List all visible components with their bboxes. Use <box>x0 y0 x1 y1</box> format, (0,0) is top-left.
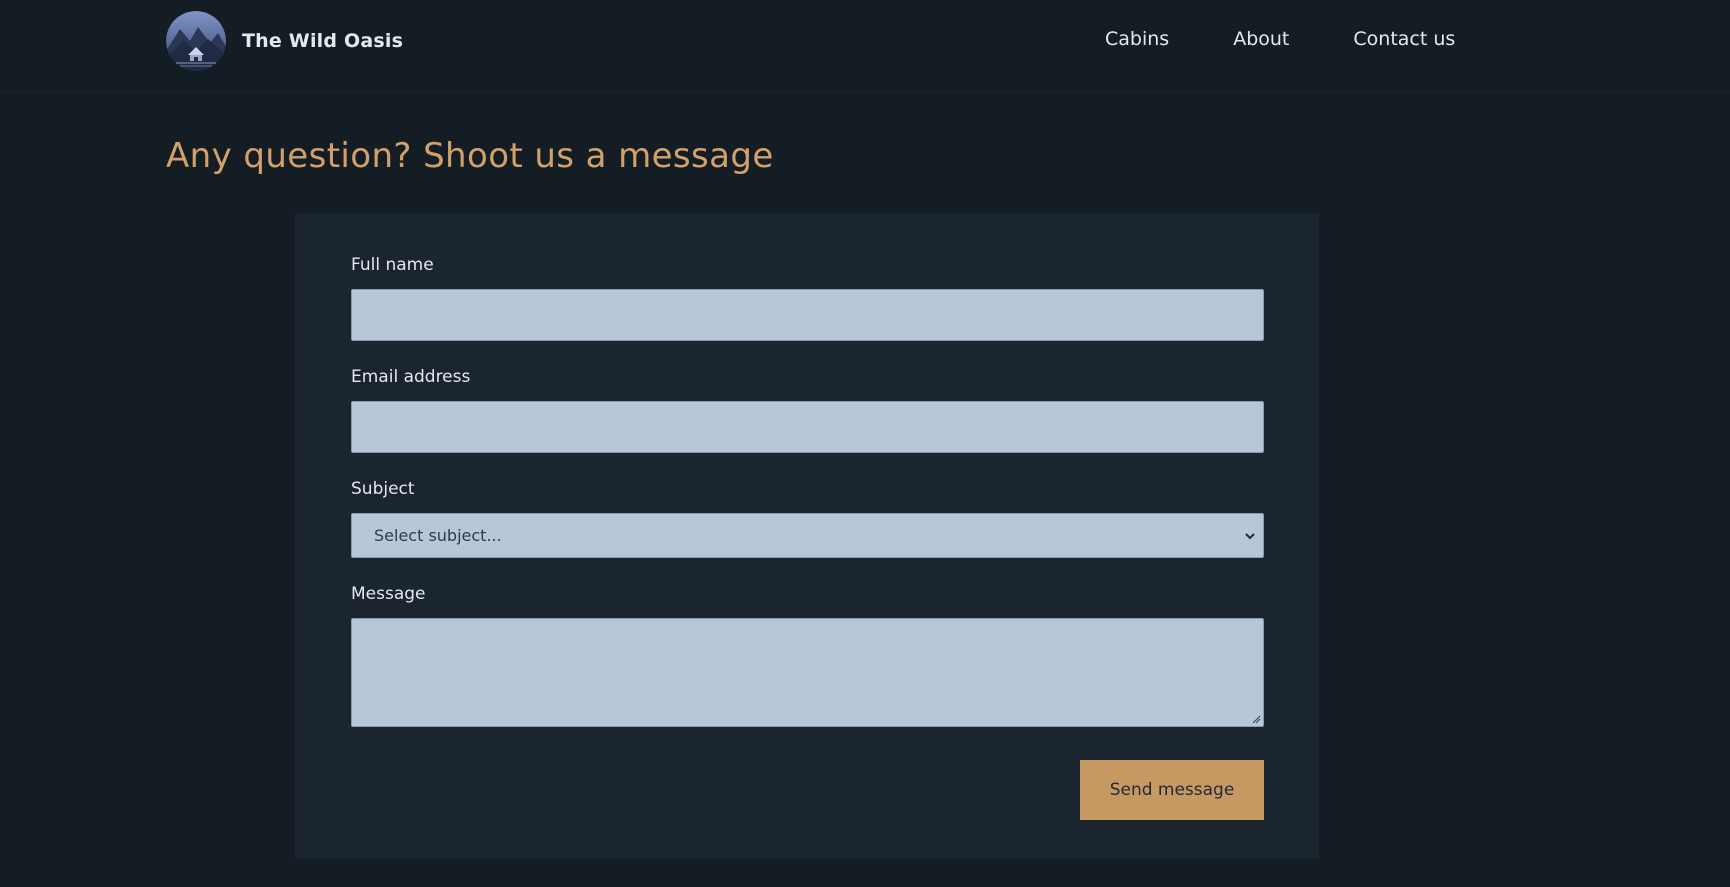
mountain-cabin-logo-icon <box>166 11 226 71</box>
message-label: Message <box>351 584 426 604</box>
brand-logo-link[interactable]: The Wild Oasis <box>166 11 404 71</box>
full-name-input[interactable] <box>351 289 1264 341</box>
main-nav: Cabins About Contact us <box>1105 28 1455 50</box>
message-textarea[interactable] <box>351 618 1264 727</box>
subject-selected-value: Select subject... <box>374 526 502 545</box>
nav-item-contact[interactable]: Contact us <box>1353 28 1455 50</box>
send-message-button[interactable]: Send message <box>1080 760 1264 820</box>
subject-label: Subject <box>351 479 415 499</box>
brand-name: The Wild Oasis <box>242 30 404 52</box>
email-label: Email address <box>351 367 471 387</box>
resize-handle-icon[interactable] <box>1251 714 1261 724</box>
email-input[interactable] <box>351 401 1264 453</box>
subject-select[interactable]: Select subject... <box>351 513 1264 558</box>
chevron-down-icon <box>1245 532 1255 539</box>
page-title: Any question? Shoot us a message <box>166 136 774 176</box>
nav-item-cabins[interactable]: Cabins <box>1105 28 1169 50</box>
nav-item-about[interactable]: About <box>1233 28 1289 50</box>
site-header: The Wild Oasis Cabins About Contact us <box>0 0 1730 93</box>
full-name-label: Full name <box>351 255 434 275</box>
contact-form: Full name Email address Subject Select s… <box>295 213 1319 859</box>
